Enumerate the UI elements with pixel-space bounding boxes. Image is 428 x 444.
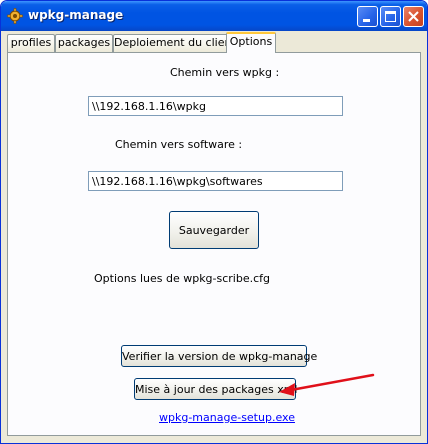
tab-options[interactable]: Options [226,32,276,53]
tab-deploiement-client[interactable]: Deploiement du client [113,34,236,52]
window-title: wpkg-manage [28,8,124,22]
maximize-icon [385,11,396,22]
save-button[interactable]: Sauvegarder [169,211,259,249]
app-gear-icon [7,8,23,24]
status-text: Options lues de wpkg-scribe.cfg [94,272,271,285]
setup-download-link[interactable]: wpkg-manage-setup.exe [159,411,295,424]
title-bar[interactable]: wpkg-manage [1,1,427,31]
close-icon [408,11,419,22]
software-path-input[interactable] [88,171,343,191]
wpkg-path-label: Chemin vers wpkg : [170,66,280,79]
maximize-button[interactable] [380,6,401,27]
minimize-button[interactable] [357,6,378,27]
tab-profiles[interactable]: profiles [7,34,55,52]
minimize-icon [363,19,370,22]
verify-version-button[interactable]: Verifier la version de wpkg-manage [121,345,317,367]
software-path-label: Chemin vers software : [115,138,243,151]
tab-packages[interactable]: packages [55,34,113,52]
main-window: wpkg-manage profiles packages Deploiemen… [0,0,428,444]
close-button[interactable] [403,6,424,27]
red-arrow-annotation [279,373,375,396]
wpkg-path-input[interactable] [88,96,343,116]
